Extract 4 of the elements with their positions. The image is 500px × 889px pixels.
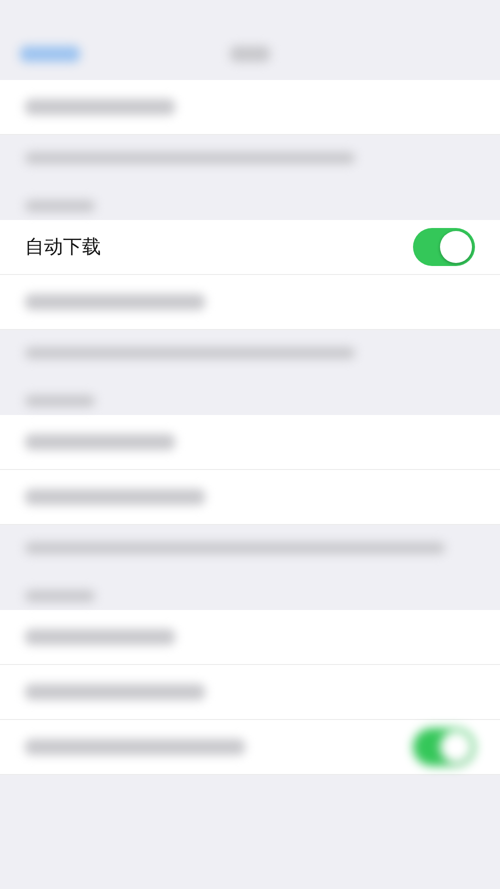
toggle-switch[interactable] [413,228,475,266]
blurred-back-link[interactable] [20,46,80,62]
toggle-switch[interactable] [413,728,475,766]
row-label: 自动下载 [25,235,101,260]
